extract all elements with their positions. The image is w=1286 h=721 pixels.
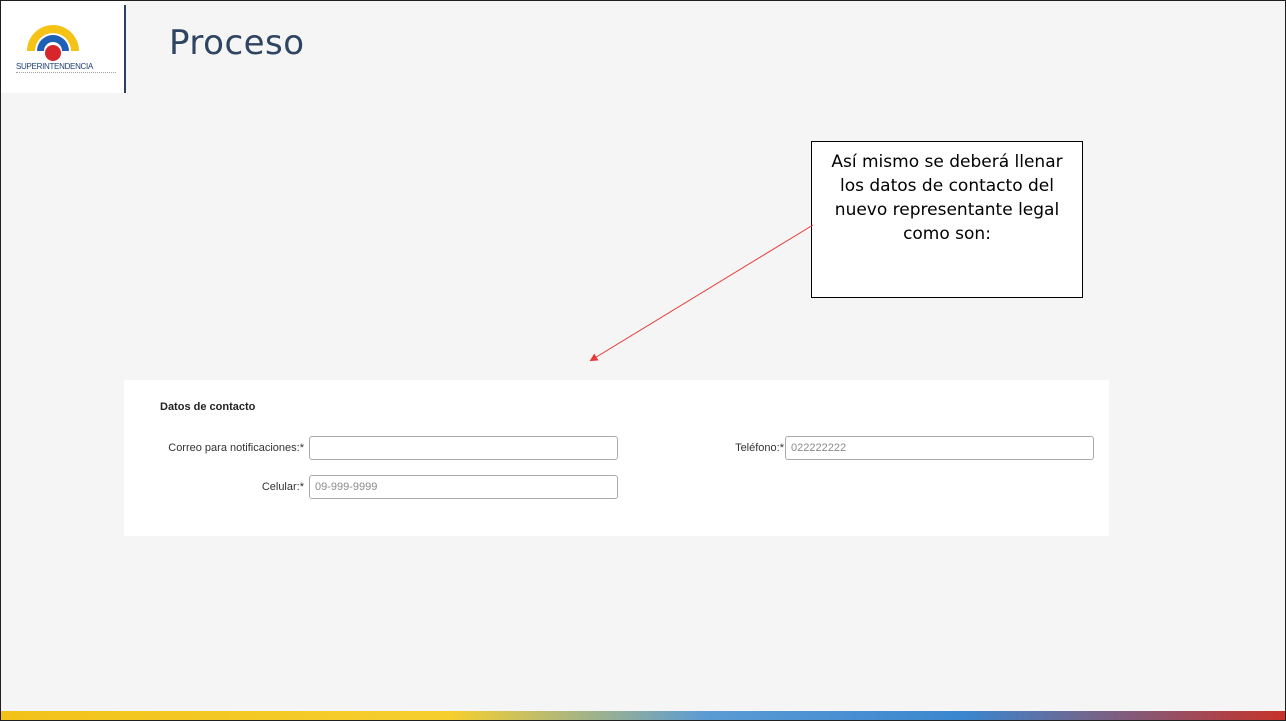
- callout-text: Así mismo se deberá llenar los datos de …: [831, 152, 1063, 244]
- slide: SUPERINTENDENCIA Proceso Así mismo se de…: [0, 0, 1286, 721]
- page-title: Proceso: [169, 23, 305, 63]
- logo-area: SUPERINTENDENCIA: [1, 1, 125, 93]
- contact-form-panel: Datos de contacto Correo para notificaci…: [124, 380, 1109, 536]
- superintendencia-logo-icon: [27, 25, 79, 61]
- callout-box: Así mismo se deberá llenar los datos de …: [811, 141, 1083, 298]
- phone-label: Teléfono:*: [735, 442, 784, 454]
- section-title: Datos de contacto: [160, 401, 256, 413]
- mobile-label: Celular:*: [261, 481, 304, 493]
- header-divider: [124, 5, 126, 93]
- mobile-field[interactable]: [309, 475, 618, 499]
- phone-field[interactable]: [785, 436, 1094, 460]
- logo-subtext-line: [16, 72, 116, 75]
- email-label: Correo para notificaciones:*: [168, 442, 304, 454]
- logo-org-name: SUPERINTENDENCIA: [16, 62, 93, 71]
- callout-arrow: [589, 224, 814, 362]
- email-field[interactable]: [309, 436, 618, 460]
- bottom-color-bar: [1, 711, 1285, 720]
